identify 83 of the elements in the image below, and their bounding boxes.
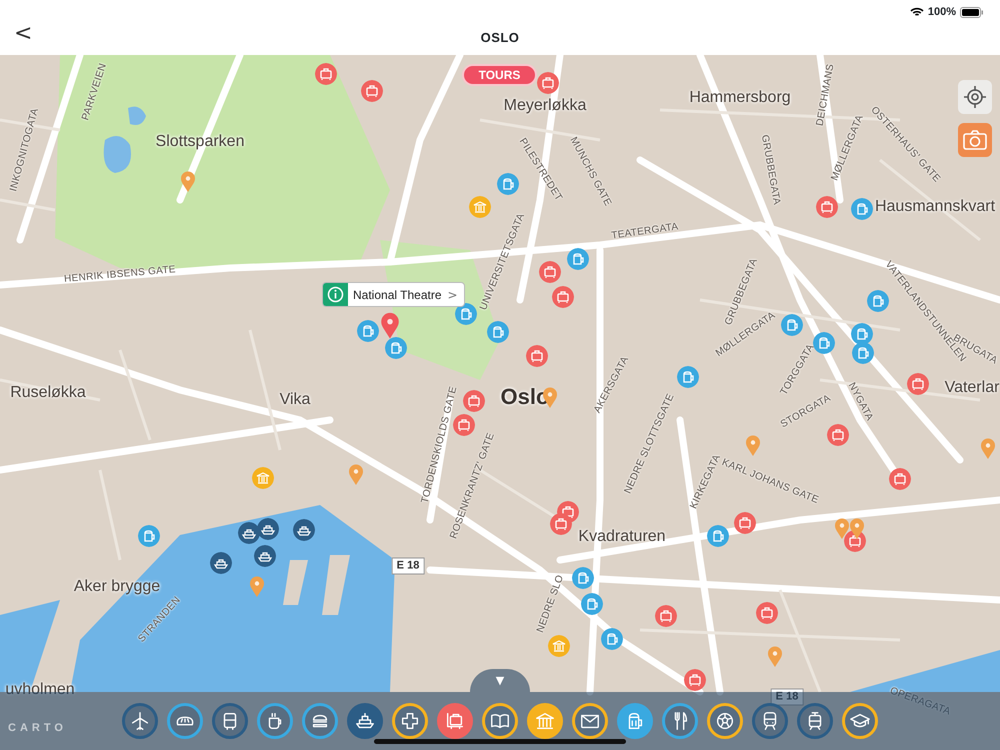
battery-percentage: 100% [928, 4, 956, 20]
drawer-handle[interactable]: ▼ [470, 669, 530, 692]
beer-mug-marker[interactable] [781, 314, 803, 336]
category-button[interactable] [662, 703, 698, 739]
category-button[interactable] [797, 703, 833, 739]
street-name: HENRIK IBSENS GATE [64, 265, 176, 285]
locate-button[interactable] [958, 80, 992, 114]
beer-mug-marker[interactable] [813, 332, 835, 354]
museum-marker[interactable] [252, 467, 274, 489]
place-name: Hausmannskvart [874, 199, 996, 215]
suitcase-marker[interactable] [684, 669, 706, 691]
place-name: Ruseløkka [10, 385, 86, 401]
airplane-icon [129, 710, 151, 732]
beer-mug-marker[interactable] [138, 525, 160, 547]
info-icon [323, 283, 348, 306]
category-button[interactable] [707, 703, 743, 739]
road-shield: E 18 [392, 558, 424, 574]
beer-mug-marker[interactable] [487, 321, 509, 343]
beer-mug-marker[interactable] [357, 320, 379, 342]
place-name: Vika [280, 392, 310, 408]
category-button[interactable] [167, 703, 203, 739]
ship-marker[interactable] [254, 545, 276, 567]
beer-mug-marker[interactable] [851, 198, 873, 220]
suitcase-marker[interactable] [539, 261, 561, 283]
suitcase-marker[interactable] [552, 286, 574, 308]
beer-mug-marker[interactable] [867, 290, 889, 312]
category-button[interactable] [752, 703, 788, 739]
suitcase-marker[interactable] [361, 80, 383, 102]
suitcase-marker[interactable] [734, 512, 756, 534]
suitcase-marker[interactable] [526, 345, 548, 367]
beer-mug-marker[interactable] [852, 342, 874, 364]
street-name: TEATERGATA [610, 222, 680, 242]
category-button[interactable] [212, 703, 248, 739]
museum-icon [534, 710, 556, 732]
place-callout[interactable]: National Theatre > [322, 282, 465, 307]
ship-marker[interactable] [210, 552, 232, 574]
suitcase-marker[interactable] [816, 196, 838, 218]
beer-mug-marker[interactable] [572, 567, 594, 589]
category-button[interactable] [302, 703, 338, 739]
suitcase-marker[interactable] [889, 468, 911, 490]
suitcase-marker[interactable] [453, 414, 475, 436]
ship-marker[interactable] [238, 522, 260, 544]
ship-marker[interactable] [293, 519, 315, 541]
battery-icon [960, 6, 984, 18]
category-button[interactable] [257, 703, 293, 739]
suitcase-marker[interactable] [550, 513, 572, 535]
beer-mug-marker[interactable] [707, 525, 729, 547]
plus-icon [399, 710, 421, 732]
wifi-icon [910, 7, 924, 17]
soccer-ball-icon [714, 710, 736, 732]
beer-mug-marker[interactable] [581, 593, 603, 615]
place-name: Vaterlar [944, 380, 1000, 396]
ship-marker[interactable] [257, 518, 279, 540]
beer-mug-marker[interactable] [601, 628, 623, 650]
beer-mug-marker[interactable] [497, 173, 519, 195]
back-button[interactable]: < [10, 23, 36, 45]
street-name: DEICHMANS [816, 63, 836, 127]
suitcase-marker[interactable] [537, 72, 559, 94]
beer-mug-marker[interactable] [385, 337, 407, 359]
place-name: Hammersborg [689, 90, 791, 106]
beer-mug-marker[interactable] [567, 248, 589, 270]
suitcase-marker[interactable] [315, 63, 337, 85]
beer-mug-marker[interactable] [851, 323, 873, 345]
map-attribution: CARTO [8, 720, 67, 736]
suitcase-marker[interactable] [907, 373, 929, 395]
beer-mug-marker[interactable] [455, 303, 477, 325]
luggage-trolley-icon [444, 710, 466, 732]
place-name: Kvadraturen [578, 529, 666, 545]
callout-title: National Theatre [353, 286, 442, 304]
screen-title: OSLO [480, 28, 520, 47]
museum-marker[interactable] [548, 635, 570, 657]
road-shield: E 18 [770, 688, 804, 706]
suitcase-marker[interactable] [655, 605, 677, 627]
beer-mug-marker[interactable] [677, 366, 699, 388]
chevron-icon: > [448, 286, 458, 304]
category-button[interactable] [122, 703, 158, 739]
suitcase-marker[interactable] [463, 390, 485, 412]
camera-button[interactable] [958, 123, 992, 157]
place-name: Slottsparken [156, 134, 244, 150]
place-name: Meyerløkka [504, 98, 586, 114]
tours-button[interactable]: TOURS [462, 64, 537, 86]
category-button[interactable] [842, 703, 878, 739]
suitcase-marker[interactable] [756, 602, 778, 624]
